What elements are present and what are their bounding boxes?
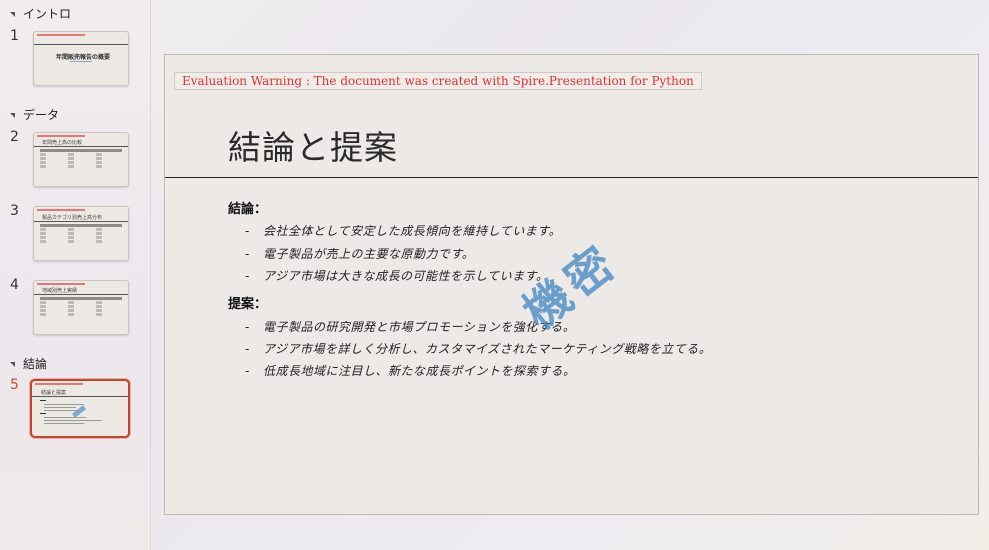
thumb-table [40, 224, 122, 244]
item-text: 電子製品が売上の主要な原動力です。 [263, 247, 475, 261]
slide-thumbnail-1[interactable]: 年間販売報告の概要 [33, 31, 129, 86]
slide-canvas[interactable]: Evaluation Warning : The document was cr… [164, 54, 979, 515]
thumb-text-line [44, 423, 84, 424]
section-header-conclusion[interactable]: 結論 [10, 355, 47, 371]
slide-number: 3 [10, 203, 19, 219]
thumb-title: 年間売上高の比較 [42, 140, 83, 146]
bullet-dash: - [245, 320, 250, 334]
evaluation-warning-textbox[interactable]: Evaluation Warning : The document was cr… [174, 72, 702, 90]
slide-thumbnail-pane[interactable]: イントロ 1 年間販売報告の概要 データ 2 年間売上高の比較 3 製品カテゴリ… [0, 0, 151, 550]
section-label: イントロ [23, 6, 72, 21]
conclusion-item[interactable]: - アジア市場は大きな成長の可能性を示しています。 [245, 267, 548, 284]
thumb-divider [34, 44, 128, 45]
thumb-text-line [44, 420, 102, 421]
slide-number: 1 [10, 28, 19, 44]
proposal-item[interactable]: - 低成長地域に注目し、新たな成長ポイントを探索する。 [245, 362, 576, 379]
thumb-text-line [44, 407, 76, 408]
section-label: データ [23, 107, 60, 122]
thumb-warning-bar [37, 209, 85, 211]
item-text: 低成長地域に注目し、新たな成長ポイントを探索する。 [263, 364, 576, 378]
thumb-warning-bar [37, 135, 85, 137]
thumb-text-line [40, 400, 46, 401]
section-label: 結論 [23, 356, 48, 371]
section-header-intro[interactable]: イントロ [10, 5, 71, 21]
thumb-table [40, 297, 122, 317]
thumb-title: 年間販売報告の概要 [56, 54, 111, 61]
slide-thumbnail-3[interactable]: 製品カテゴリ別売上高分布 [33, 206, 129, 261]
thumb-watermark [70, 61, 92, 62]
slide-number: 5 [10, 377, 19, 393]
thumb-table [40, 149, 122, 169]
thumb-title: 地域別売上実績 [42, 288, 78, 294]
section-header-data[interactable]: データ [10, 106, 59, 122]
item-text: アジア市場を詳しく分析し、カスタマイズされたマーケティング戦略を立てる。 [263, 342, 712, 356]
conclusion-item[interactable]: - 電子製品が売上の主要な原動力です。 [245, 245, 474, 262]
proposal-item[interactable]: - 電子製品の研究開発と市場プロモーションを強化する。 [245, 318, 575, 335]
conclusion-heading[interactable]: 結論： [228, 198, 267, 217]
thumb-divider [34, 294, 128, 295]
title-divider-line [165, 177, 978, 178]
thumb-title: 結論と提案 [41, 390, 67, 396]
thumb-text-line [44, 404, 84, 405]
bullet-dash: - [245, 342, 250, 356]
bullet-dash: - [245, 247, 250, 261]
thumb-text-line [44, 417, 86, 418]
bullet-dash: - [245, 269, 250, 283]
thumb-warning-bar [37, 34, 85, 36]
bullet-dash: - [245, 224, 250, 238]
slide-thumbnail-4[interactable]: 地域別売上実績 [33, 280, 129, 335]
proposal-heading[interactable]: 提案： [228, 293, 267, 312]
thumb-warning-bar [37, 283, 85, 285]
thumb-title: 製品カテゴリ別売上高分布 [42, 215, 103, 221]
slide-number: 2 [10, 129, 19, 145]
thumb-warning-bar [35, 383, 83, 385]
thumb-divider [34, 221, 128, 222]
collapse-triangle-icon[interactable] [10, 361, 15, 367]
item-text: 会社全体として安定した成長傾向を維持しています。 [263, 224, 562, 238]
bullet-dash: - [245, 364, 250, 378]
thumb-text-line [40, 413, 46, 414]
slide-thumbnail-5[interactable]: 結論と提案 [30, 379, 130, 438]
slide-thumbnail-2[interactable]: 年間売上高の比較 [33, 132, 129, 187]
collapse-triangle-icon[interactable] [10, 112, 15, 118]
proposal-item[interactable]: - アジア市場を詳しく分析し、カスタマイズされたマーケティング戦略を立てる。 [245, 340, 711, 357]
slide-title[interactable]: 結論と提案 [228, 121, 398, 169]
item-text: アジア市場は大きな成長の可能性を示しています。 [263, 269, 549, 283]
collapse-triangle-icon[interactable] [10, 11, 15, 17]
thumb-divider [34, 146, 128, 147]
slide-number: 4 [10, 277, 19, 293]
item-text: 電子製品の研究開発と市場プロモーションを強化する。 [263, 320, 576, 334]
thumb-divider [32, 396, 128, 397]
conclusion-item[interactable]: - 会社全体として安定した成長傾向を維持しています。 [245, 222, 561, 239]
